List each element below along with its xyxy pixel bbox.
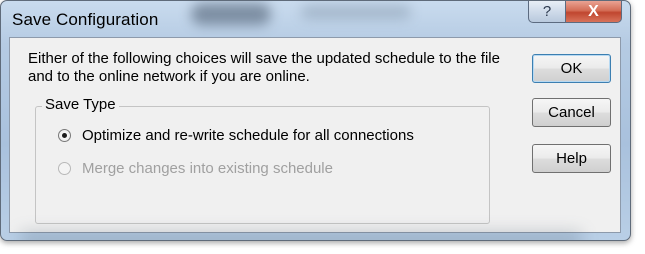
caption-buttons: ? X [528,1,622,25]
save-type-legend: Save Type [42,96,119,113]
save-type-group: Save Type Optimize and re-write schedule… [35,96,490,224]
dialog-title: Save Configuration [12,10,159,29]
ok-button[interactable]: OK [532,54,611,83]
option-merge-changes: Merge changes into existing schedule [58,160,333,177]
save-configuration-dialog: Save Configuration ? X Either of the fol… [0,0,631,241]
radio-disabled-icon [58,162,71,175]
help-button[interactable]: Help [532,144,611,173]
option-optimize-rewrite[interactable]: Optimize and re-write schedule for all c… [58,127,414,144]
option-optimize-rewrite-label: Optimize and re-write schedule for all c… [82,127,414,144]
instruction-text: Either of the following choices will sav… [28,50,500,85]
cancel-button[interactable]: Cancel [532,98,611,127]
option-merge-changes-label: Merge changes into existing schedule [82,160,333,177]
question-icon: ? [542,3,552,20]
close-button[interactable]: X [566,1,622,23]
close-icon: X [588,2,599,20]
title-bar[interactable]: Save Configuration ? X [1,1,630,37]
dialog-body: Either of the following choices will sav… [9,37,621,233]
radio-selected-icon[interactable] [58,129,71,142]
help-caption-button[interactable]: ? [528,1,566,23]
